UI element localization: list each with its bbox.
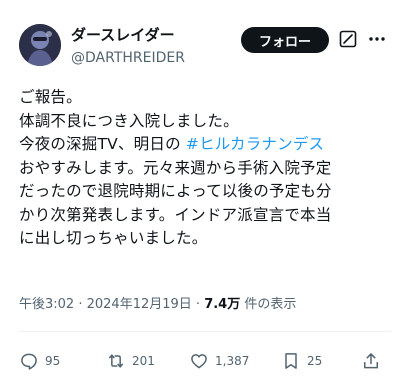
meta-separator: · [74,297,87,312]
share-icon [364,353,378,369]
grok-icon[interactable] [339,30,357,48]
tweet-meta: 午後3:02 · 2024年12月19日 · 7.4万 件の表示 [19,296,296,314]
tweet-line: かり次第発表します。インドア派宣言で本当 [19,205,332,224]
tweet-date[interactable]: 2024年12月19日 [87,297,192,312]
repost-icon [109,354,123,368]
bookmark-count: 25 [307,354,323,368]
like-count: 1,387 [215,354,250,368]
reply-icon [21,353,37,370]
tweet-line-text: 今夜の深掘TV、明日の [19,135,186,153]
views-label[interactable]: 件の表示 [240,297,296,312]
display-name[interactable]: ダースレイダー [71,25,175,45]
reply-count: 95 [45,354,61,368]
hashtag-link[interactable]: #ヒルカラナンデス [186,135,324,153]
repost-button[interactable]: 201 [106,350,155,372]
avatar-image [19,24,61,66]
bookmark-icon [285,353,297,369]
follow-button[interactable]: フォロー [241,27,329,53]
share-button[interactable] [361,350,381,372]
meta-separator: · [191,297,205,312]
like-button[interactable]: 1,387 [189,350,249,372]
divider [19,331,391,332]
avatar[interactable] [19,24,61,66]
tweet-line: ご報告。 [19,88,82,106]
action-bar: 95 201 1,387 25 [19,350,387,372]
tweet-line: に出し切っちゃいました。 [19,229,208,247]
tweet-line: 今夜の深掘TV、明日の #ヒルカラナンデス [19,133,391,157]
heart-icon [191,354,207,369]
views-count[interactable]: 7.4万 [204,297,240,312]
repost-count: 201 [132,354,155,368]
tweet-line: おやすみします。元々来週から手術入院予定 [19,158,332,177]
reply-button[interactable]: 95 [19,350,60,372]
tweet-text: ご報告。 体調不良につき入院しました。 今夜の深掘TV、明日の #ヒルカラナンデ… [19,86,391,251]
tweet-time[interactable]: 午後3:02 [19,297,74,312]
user-handle[interactable]: @DARTHREIDER [71,49,185,67]
tweet-line: だったので退院時期によって以後の予定も分 [19,182,332,200]
tweet-line: 体調不良につき入院しました。 [19,111,239,130]
bookmark-button[interactable]: 25 [281,350,322,372]
more-options-icon[interactable] [367,30,387,48]
